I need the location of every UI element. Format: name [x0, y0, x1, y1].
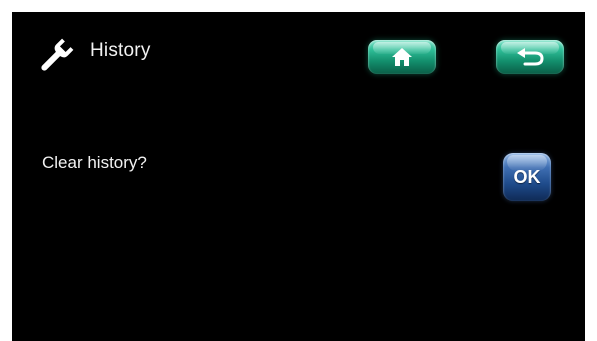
confirm-prompt: Clear history?	[42, 153, 147, 172]
ok-button[interactable]: OK	[503, 153, 551, 201]
ok-button-label: OK	[513, 167, 541, 187]
device-screen: History Clear history? OK	[12, 12, 585, 341]
home-button[interactable]	[368, 40, 436, 74]
page-title: History	[90, 40, 151, 61]
wrench-icon	[34, 36, 76, 78]
back-button[interactable]	[496, 40, 564, 74]
home-icon	[392, 48, 412, 66]
back-arrow-icon	[517, 48, 544, 66]
